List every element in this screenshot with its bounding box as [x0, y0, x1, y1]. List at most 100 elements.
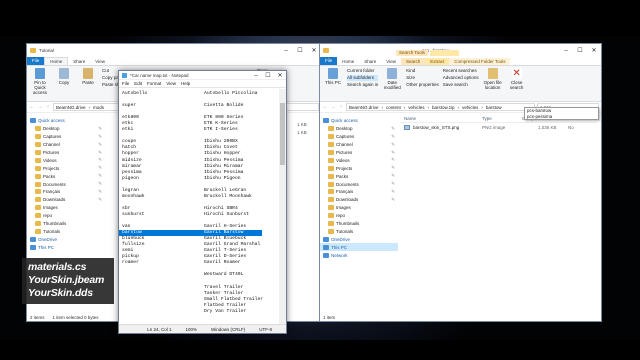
- sidebar-item[interactable]: Tutorials: [320, 227, 398, 235]
- menu-format[interactable]: Format: [147, 81, 161, 86]
- all-subfolders-button[interactable]: All subfolders: [347, 75, 379, 81]
- save-search-button[interactable]: Save search: [443, 82, 479, 88]
- sidebar-item[interactable]: Documents ✎: [27, 180, 105, 188]
- column-name[interactable]: Name: [400, 116, 482, 121]
- close-button[interactable]: ✕: [274, 71, 286, 80]
- tab-file[interactable]: File: [27, 56, 45, 65]
- maximize-button[interactable]: ☐: [573, 44, 587, 57]
- tab-compressed-folder-tools[interactable]: Compressed Folder Tools: [449, 58, 511, 65]
- sidebar-item[interactable]: Quick access: [27, 117, 105, 125]
- recent-searches-button[interactable]: Recent searches: [443, 68, 479, 74]
- up-icon[interactable]: ↑: [45, 104, 51, 110]
- tab-view[interactable]: View: [90, 58, 110, 65]
- forward-icon[interactable]: →: [330, 104, 336, 110]
- sidebar-item[interactable]: Channel ✎: [27, 141, 105, 149]
- sidebar-item[interactable]: Projects ✎: [27, 164, 105, 172]
- sidebar-item[interactable]: Packs ✎: [27, 172, 105, 180]
- sidebar-item[interactable]: Downloads ✎: [320, 196, 398, 204]
- sidebar-item[interactable]: repo: [27, 212, 105, 220]
- back-icon[interactable]: ←: [322, 104, 328, 110]
- sidebar-item[interactable]: repo: [320, 212, 398, 220]
- sidebar-item[interactable]: OneDrive: [27, 235, 105, 243]
- minimize-button[interactable]: –: [279, 44, 293, 57]
- sidebar-item-label: Network: [331, 252, 348, 258]
- sidebar-item[interactable]: OneDrive: [320, 235, 398, 243]
- sidebar-item[interactable]: Français ✎: [320, 188, 398, 196]
- sidebar-item[interactable]: Pictures ✎: [320, 149, 398, 157]
- maximize-button[interactable]: ☐: [293, 44, 307, 57]
- sidebar-item[interactable]: Captures ✎: [27, 133, 105, 141]
- letterbox-top: [0, 0, 640, 36]
- tab-file[interactable]: File: [320, 56, 338, 65]
- sidebar-item[interactable]: Images: [27, 204, 105, 212]
- column-type[interactable]: Type: [482, 116, 522, 121]
- sidebar-item[interactable]: This PC: [27, 243, 105, 251]
- search-again-button[interactable]: Search again in: [347, 82, 378, 88]
- tab-home[interactable]: Home: [337, 58, 359, 65]
- close-search-button[interactable]: ✕ Close search: [507, 68, 527, 90]
- tab-search[interactable]: Search: [400, 58, 426, 65]
- size-button[interactable]: Size: [406, 75, 439, 81]
- sidebar-item[interactable]: Projects ✎: [320, 164, 398, 172]
- sidebar-item[interactable]: Thumbnails: [27, 220, 105, 228]
- copy-button[interactable]: Copy: [54, 68, 74, 85]
- sidebar-item[interactable]: Thumbnails: [320, 220, 398, 228]
- tab-share[interactable]: Share: [68, 58, 90, 65]
- pin-quick-access-button[interactable]: Pin to Quick access: [30, 68, 50, 95]
- sidebar-item[interactable]: Tutorials: [27, 227, 105, 235]
- sidebar-item[interactable]: Videos ✎: [320, 156, 398, 164]
- tab-view[interactable]: View: [381, 58, 401, 65]
- text-editor[interactable]: Autobello Autobello Piccolina super Civetta…: [119, 89, 279, 324]
- menu-file[interactable]: File: [122, 81, 129, 86]
- advanced-options-button[interactable]: Advanced options: [443, 75, 479, 81]
- sidebar-item[interactable]: Desktop ✎: [320, 125, 398, 133]
- file-row[interactable]: barstow_skin_STS.png PNG image 1,036 KB …: [400, 123, 597, 131]
- menu-help[interactable]: Help: [181, 81, 190, 86]
- vertical-scrollbar[interactable]: [279, 89, 286, 324]
- tab-extract[interactable]: Extract: [425, 58, 450, 65]
- breadcrumb-item[interactable]: content: [386, 105, 401, 110]
- date-modified-button[interactable]: Date modified: [382, 68, 402, 90]
- breadcrumb-item[interactable]: barstow: [486, 105, 502, 110]
- breadcrumb-item[interactable]: BeamNG.drive: [56, 105, 86, 110]
- breadcrumb-item[interactable]: barstow.zip: [432, 105, 455, 110]
- open-file-location-button[interactable]: Open file location: [483, 68, 503, 90]
- sidebar-item[interactable]: Desktop ✎: [27, 125, 105, 133]
- sidebar-item[interactable]: Packs ✎: [320, 172, 398, 180]
- paste-button[interactable]: Paste: [78, 68, 98, 85]
- sidebar-item[interactable]: Channel ✎: [320, 141, 398, 149]
- sidebar-item[interactable]: Quick access: [320, 117, 398, 125]
- sidebar-item[interactable]: Documents ✎: [320, 180, 398, 188]
- breadcrumb-item[interactable]: BeamNG.drive: [349, 105, 379, 110]
- breadcrumb-item[interactable]: mods: [93, 105, 104, 110]
- scroll-thumb[interactable]: [280, 103, 285, 165]
- minimize-button[interactable]: –: [559, 44, 573, 57]
- sidebar-item[interactable]: Downloads ✎: [27, 196, 105, 204]
- sidebar-item[interactable]: Images: [320, 204, 398, 212]
- current-folder-button[interactable]: Current folder: [347, 68, 378, 74]
- sidebar-item[interactable]: Videos ✎: [27, 156, 105, 164]
- menu-edit[interactable]: Edit: [134, 81, 142, 86]
- back-icon[interactable]: ←: [29, 104, 35, 110]
- minimize-button[interactable]: –: [250, 71, 262, 80]
- sidebar-item[interactable]: Network: [320, 251, 398, 259]
- kind-button[interactable]: Kind: [406, 68, 439, 74]
- up-icon[interactable]: ↑: [338, 104, 344, 110]
- other-properties-button[interactable]: Other properties: [406, 82, 439, 88]
- close-button[interactable]: ✕: [587, 44, 601, 57]
- breadcrumb-item[interactable]: vehicles: [462, 105, 478, 110]
- sidebar-item[interactable]: Captures ✎: [320, 133, 398, 141]
- this-pc-button[interactable]: This PC: [323, 68, 343, 85]
- breadcrumb-item[interactable]: vehicles: [408, 105, 424, 110]
- address-field[interactable]: BeamNG.drive › content › vehicles › barstow…: [346, 103, 535, 111]
- sidebar-item-label: Downloads: [336, 197, 359, 203]
- forward-icon[interactable]: →: [37, 104, 43, 110]
- sidebar-item[interactable]: This PC: [320, 243, 398, 252]
- maximize-button[interactable]: ☐: [262, 71, 274, 80]
- search-suggestion[interactable]: pcs-pessima: [525, 114, 598, 120]
- menu-view[interactable]: View: [166, 81, 176, 86]
- tab-share[interactable]: Share: [359, 58, 381, 65]
- sidebar-item[interactable]: Pictures ✎: [27, 149, 105, 157]
- tab-home[interactable]: Home: [44, 57, 69, 65]
- sidebar-item[interactable]: Français ✎: [27, 188, 105, 196]
